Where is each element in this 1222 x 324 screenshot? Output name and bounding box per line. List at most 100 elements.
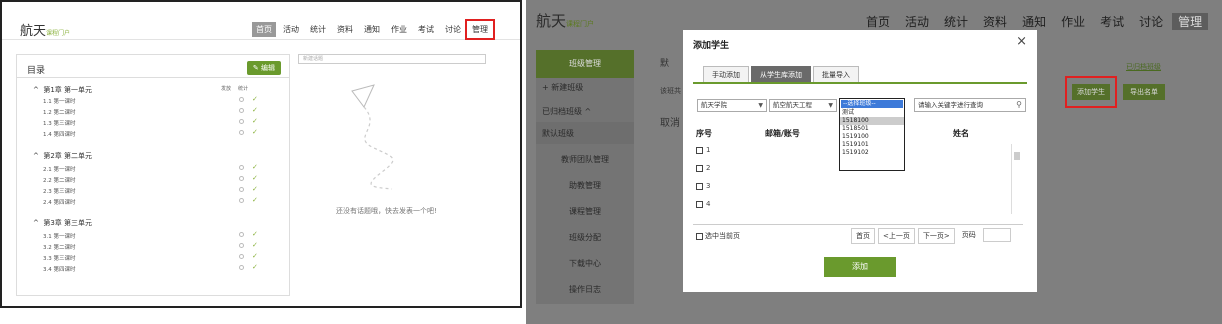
dropdown-option[interactable]: --选择班级-- [841,100,903,108]
dropdown-option[interactable]: 1518100 [840,117,904,125]
default-class-item[interactable]: 默认班级 [536,122,634,144]
dropdown-option[interactable]: 1518501 [840,125,904,133]
lesson-item[interactable]: 1.2 第二课时 ✓ [43,106,258,116]
publish-radio[interactable] [239,176,244,181]
keyword-search-input[interactable]: 请输入关键字进行查询 ⚲ [914,98,1026,112]
lesson-item[interactable]: 1.1 第一课时 ✓ [43,95,258,105]
catalog-title: 目录 [27,66,46,76]
nav-homework[interactable]: 作业 [1055,13,1091,30]
sidebar-download[interactable]: 下载中心 [536,258,634,269]
new-class-link[interactable]: + 新建班级 [542,82,583,93]
publish-radio[interactable] [239,187,244,192]
publish-radio[interactable] [239,232,244,237]
lesson-item[interactable]: 3.4 第四课时 ✓ [43,263,258,273]
row-checkbox[interactable] [696,164,703,172]
dropdown-option[interactable]: 1519100 [840,133,904,141]
major-select[interactable]: 航空航天工程 ▼ [769,99,837,112]
nav-materials[interactable]: 资料 [333,22,357,37]
nav-stats[interactable]: 统计 [306,22,330,37]
nav-discuss[interactable]: 讨论 [441,22,465,37]
school-select[interactable]: 航天学院 ▼ [697,99,767,112]
publish-radio[interactable] [239,265,244,270]
add-button[interactable]: 添加 [824,257,896,277]
next-page-button[interactable]: 下一页> [917,228,955,244]
scroll-thumb[interactable] [1014,152,1020,160]
nav-home[interactable]: 首页 [252,22,276,37]
col-index: 序号 [696,129,712,138]
nav-activity[interactable]: 活动 [899,13,935,30]
checkbox-box[interactable] [696,232,703,240]
sidebar-op-log[interactable]: 操作日志 [536,284,634,295]
lesson-item[interactable]: 2.4 第四课时 ✓ [43,196,258,206]
row-checkbox[interactable] [696,200,703,208]
nav-notice[interactable]: 通知 [360,22,384,37]
chapter-1[interactable]: ^ 第1章 第一单元 [33,85,92,95]
lesson-label: 3.2 第二课时 [43,245,76,251]
publish-radio[interactable] [239,119,244,124]
row-checkbox[interactable] [696,182,703,190]
student-row[interactable]: 1 [696,146,710,154]
publish-radio[interactable] [239,198,244,203]
nav-exam[interactable]: 考试 [414,22,438,37]
publish-radio[interactable] [239,130,244,135]
lesson-item[interactable]: 3.3 第三课时 ✓ [43,252,258,262]
page-number-input[interactable] [982,228,1011,242]
chapter-3[interactable]: ^ 第3章 第三单元 [33,218,92,228]
nav-homework[interactable]: 作业 [387,22,411,37]
lesson-item[interactable]: 3.1 第一课时 ✓ [43,230,258,240]
empty-discussion-text: 还没有话题哦，快去发表一个吧! [336,207,437,215]
lesson-item[interactable]: 2.2 第二课时 ✓ [43,174,258,184]
dropdown-option[interactable]: 测试 [840,109,904,117]
catalog-panel: 目录 ✎ 编辑 发放 统计 ^ 第1章 第一单元 1.1 第一课时 ✓ 1.2 第二… [16,54,290,296]
chapter-2[interactable]: ^ 第2章 第二单元 [33,151,92,161]
sidebar-course[interactable]: 课程管理 [536,206,634,217]
row-index: 3 [706,182,711,190]
archived-classes-toggle[interactable]: 已归档班级 ^ [542,106,591,117]
sidebar-class-manage[interactable]: 班级管理 [536,50,634,78]
student-row[interactable]: 4 [696,200,710,208]
new-topic-input[interactable]: 新建话题 [298,54,486,64]
dropdown-option[interactable]: 1519101 [840,141,904,149]
table-scrollbar[interactable] [1011,144,1021,214]
tab-underline [693,82,1027,84]
lesson-item[interactable]: 3.2 第二课时 ✓ [43,241,258,251]
export-list-button[interactable]: 导出名单 [1123,84,1165,100]
lesson-item[interactable]: 1.4 第四课时 ✓ [43,128,258,138]
nav-materials[interactable]: 资料 [977,13,1013,30]
publish-radio[interactable] [239,243,244,248]
lesson-item[interactable]: 2.1 第一课时 ✓ [43,163,258,173]
prev-page-button[interactable]: <上一页 [878,228,915,244]
nav-home[interactable]: 首页 [860,13,896,30]
lesson-item[interactable]: 2.3 第三课时 ✓ [43,185,258,195]
publish-radio[interactable] [239,165,244,170]
publish-radio[interactable] [239,108,244,113]
publish-radio[interactable] [239,254,244,259]
sidebar-class-assign[interactable]: 班级分配 [536,232,634,243]
nav-notice[interactable]: 通知 [1016,13,1052,30]
row-checkbox[interactable] [696,146,703,154]
nav-manage[interactable]: 管理 [1172,13,1209,30]
right-logo: 航天课程门户 [536,10,594,31]
nav-activity[interactable]: 活动 [279,22,303,37]
student-row[interactable]: 2 [696,164,710,172]
class-dropdown-list[interactable]: --选择班级-- 测试 1518100 1518501 1519100 1519… [839,98,905,171]
sidebar-teacher-team[interactable]: 教师团队管理 [536,154,634,165]
check-icon: ✓ [252,106,258,114]
edit-button[interactable]: ✎ 编辑 [246,61,281,75]
nav-exam[interactable]: 考试 [1094,13,1130,30]
school-value: 航天学院 [701,101,727,109]
sidebar-assistant[interactable]: 助教管理 [536,180,634,191]
dropdown-option[interactable]: 1519102 [840,149,904,157]
publish-radio[interactable] [239,97,244,102]
close-icon[interactable]: × [1016,34,1027,49]
archived-link[interactable]: 已归档班级 [1126,62,1161,72]
first-page-button[interactable]: 首页 [851,228,875,244]
lesson-item[interactable]: 1.3 第三课时 ✓ [43,117,258,127]
select-page-checkbox[interactable]: 选中当前页 [696,231,740,241]
nav-manage[interactable]: 管理 [465,19,495,40]
nav-discuss[interactable]: 讨论 [1133,13,1169,30]
student-row[interactable]: 3 [696,182,710,190]
chevron-down-icon: ▼ [828,102,833,109]
search-icon[interactable]: ⚲ [1016,99,1022,111]
nav-stats[interactable]: 统计 [938,13,974,30]
